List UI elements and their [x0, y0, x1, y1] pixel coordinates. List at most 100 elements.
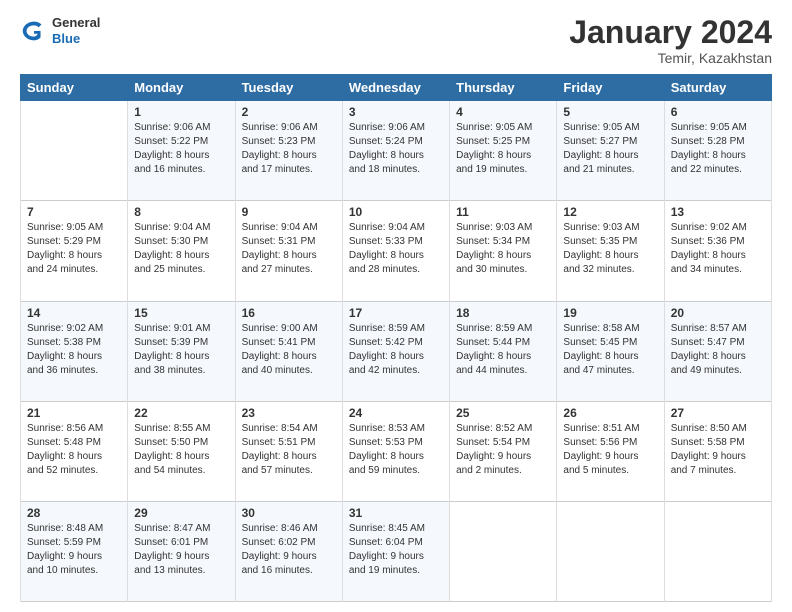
table-cell: 21Sunrise: 8:56 AMSunset: 5:48 PMDayligh…	[21, 401, 128, 501]
day-number: 30	[242, 506, 336, 520]
calendar-body: 1 Sunrise: 9:06 AMSunset: 5:22 PMDaylight…	[21, 101, 772, 602]
calendar-table: Sunday Monday Tuesday Wednesday Thursday…	[20, 74, 772, 602]
table-cell: 1 Sunrise: 9:06 AMSunset: 5:22 PMDaylight…	[128, 101, 235, 201]
col-thursday: Thursday	[450, 75, 557, 101]
table-row: 14 Sunrise: 9:02 AMSunset: 5:38 PMDayligh…	[21, 301, 772, 401]
day-number: 4	[456, 105, 550, 119]
day-info: Sunrise: 9:05 AMSunset: 5:28 PMDaylight:…	[671, 121, 765, 177]
table-cell: 6 Sunrise: 9:05 AMSunset: 5:28 PMDaylight…	[664, 101, 771, 201]
day-info: Sunrise: 8:53 AMSunset: 5:53 PMDaylight:…	[349, 422, 443, 478]
table-cell: 13 Sunrise: 9:02 AMSunset: 5:36 PMDayligh…	[664, 201, 771, 301]
table-cell: 31 Sunrise: 8:45 AMSunset: 6:04 PMDayligh…	[342, 501, 449, 601]
table-cell: 22Sunrise: 8:55 AMSunset: 5:50 PMDayligh…	[128, 401, 235, 501]
day-info: Sunrise: 9:05 AMSunset: 5:25 PMDaylight:…	[456, 121, 550, 177]
day-number: 6	[671, 105, 765, 119]
day-number: 28	[27, 506, 121, 520]
day-number: 29	[134, 506, 228, 520]
day-info: Sunrise: 9:04 AMSunset: 5:30 PMDaylight:…	[134, 221, 228, 277]
day-info: Sunrise: 8:57 AMSunset: 5:47 PMDaylight:…	[671, 322, 765, 378]
table-cell: 30 Sunrise: 8:46 AMSunset: 6:02 PMDayligh…	[235, 501, 342, 601]
day-number: 12	[563, 205, 657, 219]
table-row: 1 Sunrise: 9:06 AMSunset: 5:22 PMDaylight…	[21, 101, 772, 201]
logo-text: General Blue	[52, 15, 100, 46]
table-row: 7 Sunrise: 9:05 AMSunset: 5:29 PMDaylight…	[21, 201, 772, 301]
page: General Blue January 2024 Temir, Kazakhs…	[0, 0, 792, 612]
day-info: Sunrise: 9:03 AMSunset: 5:34 PMDaylight:…	[456, 221, 550, 277]
day-number: 16	[242, 306, 336, 320]
day-info: Sunrise: 8:46 AMSunset: 6:02 PMDaylight:…	[242, 522, 336, 578]
day-info: Sunrise: 8:54 AMSunset: 5:51 PMDaylight:…	[242, 422, 336, 478]
day-number: 8	[134, 205, 228, 219]
day-info: Sunrise: 9:06 AMSunset: 5:22 PMDaylight:…	[134, 121, 228, 177]
table-cell: 9Sunrise: 9:04 AMSunset: 5:31 PMDaylight…	[235, 201, 342, 301]
day-info: Sunrise: 9:04 AMSunset: 5:33 PMDaylight:…	[349, 221, 443, 277]
col-tuesday: Tuesday	[235, 75, 342, 101]
table-cell: 5Sunrise: 9:05 AMSunset: 5:27 PMDaylight…	[557, 101, 664, 201]
day-info: Sunrise: 8:50 AMSunset: 5:58 PMDaylight:…	[671, 422, 765, 478]
day-info: Sunrise: 9:05 AMSunset: 5:27 PMDaylight:…	[563, 121, 657, 177]
day-info: Sunrise: 9:06 AMSunset: 5:23 PMDaylight:…	[242, 121, 336, 177]
day-info: Sunrise: 8:56 AMSunset: 5:48 PMDaylight:…	[27, 422, 121, 478]
day-number: 14	[27, 306, 121, 320]
day-number: 3	[349, 105, 443, 119]
table-cell: 24 Sunrise: 8:53 AMSunset: 5:53 PMDayligh…	[342, 401, 449, 501]
day-info: Sunrise: 8:59 AMSunset: 5:42 PMDaylight:…	[349, 322, 443, 378]
table-cell: 19Sunrise: 8:58 AMSunset: 5:45 PMDayligh…	[557, 301, 664, 401]
day-number: 20	[671, 306, 765, 320]
day-number: 24	[349, 406, 443, 420]
table-cell: 4 Sunrise: 9:05 AMSunset: 5:25 PMDaylight…	[450, 101, 557, 201]
day-info: Sunrise: 9:04 AMSunset: 5:31 PMDaylight:…	[242, 221, 336, 277]
col-wednesday: Wednesday	[342, 75, 449, 101]
table-cell: 2 Sunrise: 9:06 AMSunset: 5:23 PMDaylight…	[235, 101, 342, 201]
day-info: Sunrise: 9:01 AMSunset: 5:39 PMDaylight:…	[134, 322, 228, 378]
table-cell: 8 Sunrise: 9:04 AMSunset: 5:30 PMDaylight…	[128, 201, 235, 301]
table-cell: 15Sunrise: 9:01 AMSunset: 5:39 PMDayligh…	[128, 301, 235, 401]
day-info: Sunrise: 9:02 AMSunset: 5:38 PMDaylight:…	[27, 322, 121, 378]
logo-blue: Blue	[52, 31, 100, 47]
day-number: 26	[563, 406, 657, 420]
table-cell: 29 Sunrise: 8:47 AMSunset: 6:01 PMDayligh…	[128, 501, 235, 601]
day-info: Sunrise: 9:00 AMSunset: 5:41 PMDaylight:…	[242, 322, 336, 378]
day-number: 10	[349, 205, 443, 219]
day-info: Sunrise: 8:47 AMSunset: 6:01 PMDaylight:…	[134, 522, 228, 578]
subtitle: Temir, Kazakhstan	[569, 50, 772, 66]
header-row: Sunday Monday Tuesday Wednesday Thursday…	[21, 75, 772, 101]
month-title: January 2024	[569, 15, 772, 50]
day-number: 19	[563, 306, 657, 320]
day-info: Sunrise: 8:59 AMSunset: 5:44 PMDaylight:…	[456, 322, 550, 378]
col-sunday: Sunday	[21, 75, 128, 101]
day-info: Sunrise: 8:45 AMSunset: 6:04 PMDaylight:…	[349, 522, 443, 578]
table-cell: 25 Sunrise: 8:52 AMSunset: 5:54 PMDayligh…	[450, 401, 557, 501]
day-info: Sunrise: 8:52 AMSunset: 5:54 PMDaylight:…	[456, 422, 550, 478]
day-info: Sunrise: 9:02 AMSunset: 5:36 PMDaylight:…	[671, 221, 765, 277]
table-cell: 3 Sunrise: 9:06 AMSunset: 5:24 PMDaylight…	[342, 101, 449, 201]
table-cell: 26Sunrise: 8:51 AMSunset: 5:56 PMDayligh…	[557, 401, 664, 501]
day-number: 11	[456, 205, 550, 219]
table-cell: 20 Sunrise: 8:57 AMSunset: 5:47 PMDayligh…	[664, 301, 771, 401]
day-info: Sunrise: 9:06 AMSunset: 5:24 PMDaylight:…	[349, 121, 443, 177]
day-number: 23	[242, 406, 336, 420]
table-cell: 7 Sunrise: 9:05 AMSunset: 5:29 PMDaylight…	[21, 201, 128, 301]
title-block: January 2024 Temir, Kazakhstan	[569, 15, 772, 66]
day-info: Sunrise: 9:05 AMSunset: 5:29 PMDaylight:…	[27, 221, 121, 277]
day-number: 25	[456, 406, 550, 420]
day-number: 1	[134, 105, 228, 119]
table-row: 21Sunrise: 8:56 AMSunset: 5:48 PMDayligh…	[21, 401, 772, 501]
table-cell	[450, 501, 557, 601]
day-info: Sunrise: 9:03 AMSunset: 5:35 PMDaylight:…	[563, 221, 657, 277]
table-cell: 18 Sunrise: 8:59 AMSunset: 5:44 PMDayligh…	[450, 301, 557, 401]
day-number: 31	[349, 506, 443, 520]
table-cell: 11 Sunrise: 9:03 AMSunset: 5:34 PMDayligh…	[450, 201, 557, 301]
col-friday: Friday	[557, 75, 664, 101]
col-saturday: Saturday	[664, 75, 771, 101]
day-number: 2	[242, 105, 336, 119]
day-number: 18	[456, 306, 550, 320]
day-number: 17	[349, 306, 443, 320]
day-number: 7	[27, 205, 121, 219]
logo: General Blue	[20, 15, 100, 46]
table-cell	[664, 501, 771, 601]
day-number: 13	[671, 205, 765, 219]
table-cell: 14 Sunrise: 9:02 AMSunset: 5:38 PMDayligh…	[21, 301, 128, 401]
day-info: Sunrise: 8:48 AMSunset: 5:59 PMDaylight:…	[27, 522, 121, 578]
table-cell	[557, 501, 664, 601]
